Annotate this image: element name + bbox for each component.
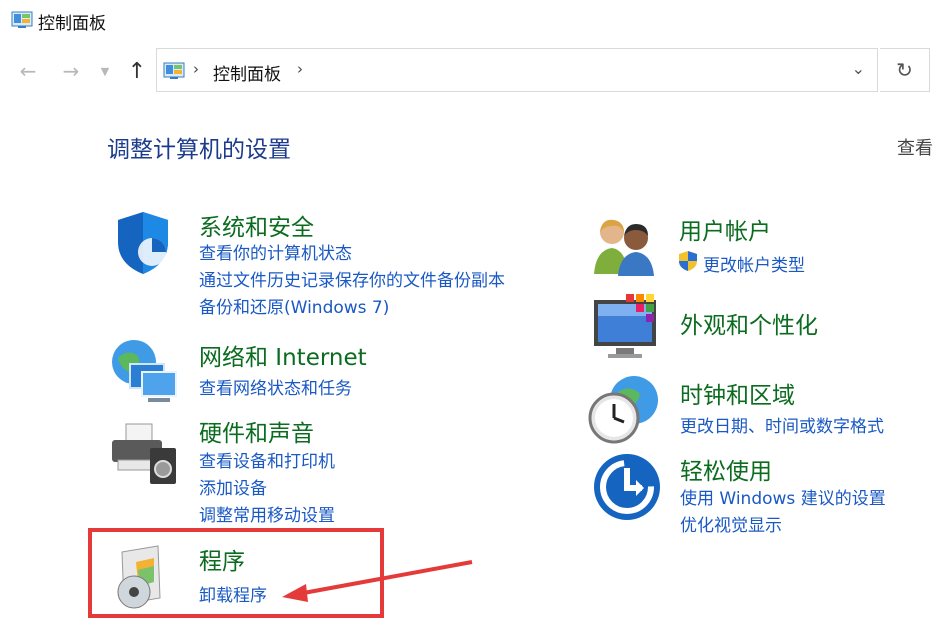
category-title[interactable]: 时钟和区域 [680, 376, 795, 410]
category-title[interactable]: 硬件和声音 [199, 414, 314, 448]
network-globe-icon[interactable] [108, 338, 182, 412]
window-title: 控制面板 [38, 14, 106, 34]
category-title[interactable]: 外观和个性化 [680, 306, 818, 340]
category-title[interactable]: 系统和安全 [199, 208, 314, 242]
ease-of-access-icon[interactable] [592, 452, 666, 526]
navigation-bar: ← → ▼ ↑ › 控制面板 › ⌄ ↻ [0, 48, 938, 94]
link-change-date-time[interactable]: 更改日期、时间或数字格式 [680, 412, 884, 437]
link-network-status[interactable]: 查看网络状态和任务 [199, 374, 352, 399]
forward-button[interactable]: → [57, 48, 85, 94]
address-bar[interactable]: › 控制面板 › ⌄ [156, 48, 878, 92]
control-panel-icon [163, 62, 185, 84]
link-view-computer-status[interactable]: 查看你的计算机状态 [199, 239, 352, 264]
refresh-button[interactable]: ↻ [880, 48, 930, 92]
back-button[interactable]: ← [14, 48, 42, 94]
link-devices-printers[interactable]: 查看设备和打印机 [199, 447, 335, 472]
link-mobility-settings[interactable]: 调整常用移动设置 [199, 501, 335, 526]
printer-icon[interactable] [108, 414, 182, 488]
refresh-icon: ↻ [896, 58, 913, 82]
link-add-device[interactable]: 添加设备 [199, 474, 267, 499]
chevron-right-icon[interactable]: › [297, 60, 303, 78]
control-panel-icon [11, 11, 33, 33]
shield-icon[interactable] [108, 208, 182, 282]
clock-icon[interactable] [588, 374, 662, 448]
link-backup-restore[interactable]: 备份和还原(Windows 7) [199, 293, 389, 318]
uac-shield-icon [678, 250, 698, 276]
arrow-right-icon: → [62, 59, 80, 83]
up-button[interactable]: ↑ [123, 48, 151, 94]
chevron-right-icon[interactable]: › [193, 60, 199, 78]
arrow-up-icon: ↑ [127, 58, 147, 84]
appearance-monitor-icon[interactable] [592, 292, 666, 366]
category-title[interactable]: 网络和 Internet [199, 338, 367, 372]
recent-locations-button[interactable]: ▼ [93, 48, 117, 94]
view-by-label[interactable]: 查看 [897, 134, 933, 160]
breadcrumb-control-panel[interactable]: 控制面板 [213, 60, 281, 85]
link-file-history-backup[interactable]: 通过文件历史记录保存你的文件备份副本 [199, 266, 505, 291]
chevron-down-icon: ▼ [100, 64, 110, 78]
address-dropdown-icon[interactable]: ⌄ [852, 59, 865, 78]
highlight-box [88, 528, 384, 618]
users-icon[interactable] [590, 212, 664, 286]
link-windows-recommended-settings[interactable]: 使用 Windows 建议的设置 [680, 484, 886, 509]
category-title[interactable]: 用户帐户 [679, 212, 771, 246]
category-title[interactable]: 轻松使用 [680, 452, 772, 486]
page-title: 调整计算机的设置 [107, 137, 291, 163]
link-optimize-visual-display[interactable]: 优化视觉显示 [680, 511, 782, 536]
title-bar: 控制面板 [0, 0, 938, 40]
link-change-account-type[interactable]: 更改帐户类型 [703, 251, 805, 276]
arrow-left-icon: ← [19, 59, 37, 83]
